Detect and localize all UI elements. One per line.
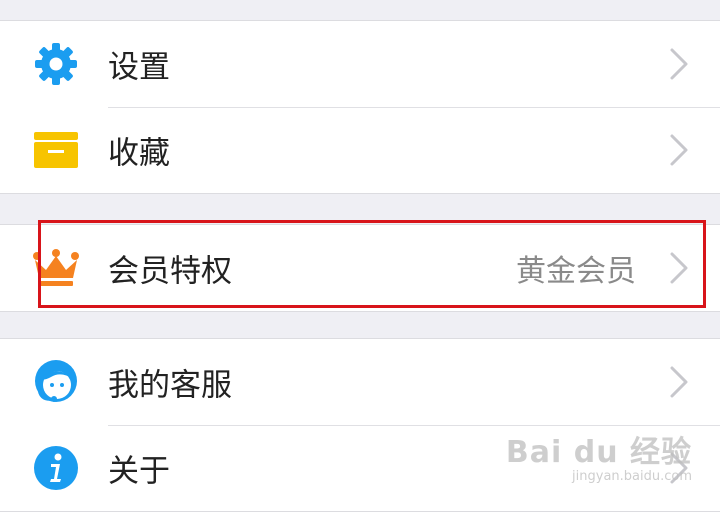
chevron-right-icon [670, 48, 688, 80]
gear-icon [31, 39, 81, 89]
menu-label-favorites: 收藏 [108, 135, 170, 172]
menu-label-about: 关于 [108, 453, 170, 490]
menu-row-favorites[interactable]: 收藏 [0, 107, 720, 193]
menu-row-settings[interactable]: 设置 [0, 21, 720, 107]
watermark-url: jingyan.baidu.com [572, 469, 692, 484]
watermark-brand: Bai du 经验 [505, 435, 692, 470]
info-icon [31, 443, 81, 493]
settings-group: 设置 收藏 [0, 20, 720, 194]
chevron-right-icon [670, 366, 688, 398]
baidu-jingyan-watermark: Bai du 经验 jingyan.baidu.com [506, 427, 692, 484]
chevron-right-icon [670, 134, 688, 166]
menu-row-customer-service[interactable]: 我的客服 [0, 339, 720, 425]
customer-service-icon [31, 357, 81, 407]
highlight-box [38, 220, 706, 308]
support-group: 我的客服 关于 [0, 338, 720, 512]
box-icon [31, 125, 81, 175]
menu-label-customer-service: 我的客服 [108, 367, 232, 404]
menu-label-settings: 设置 [108, 49, 170, 86]
